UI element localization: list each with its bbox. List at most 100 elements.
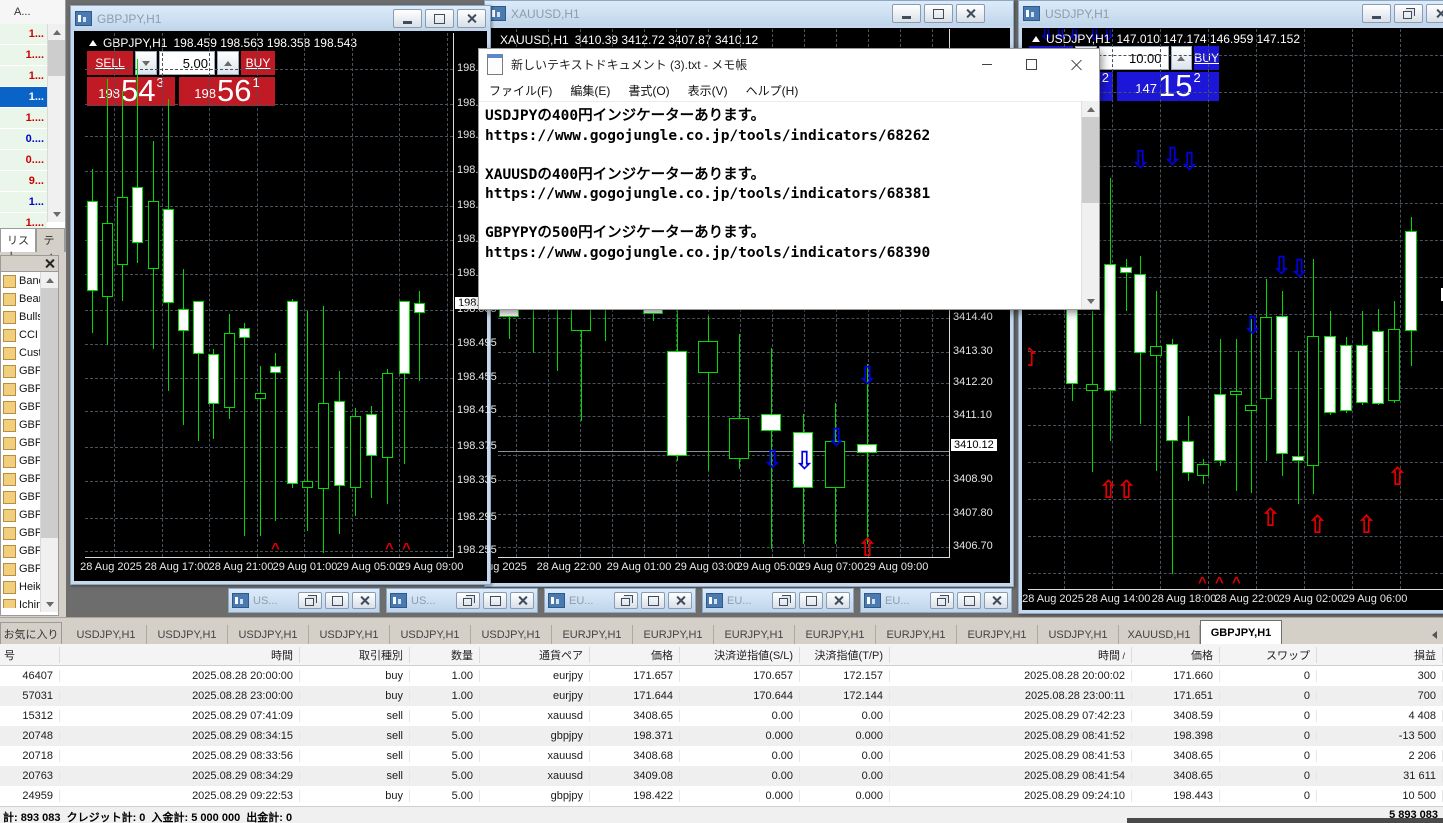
market-watch-row[interactable]: 1... xyxy=(0,66,47,87)
window-titlebar[interactable]: USDJPY,H1 xyxy=(1019,1,1443,26)
minimized-window[interactable]: EU... xyxy=(860,588,1012,613)
history-column-header[interactable]: 号 xyxy=(0,646,60,663)
navigator-item[interactable]: GBPJ xyxy=(1,416,45,434)
scroll-up-icon[interactable] xyxy=(1082,101,1099,117)
notepad-menu-item[interactable]: 表示(V) xyxy=(688,82,728,99)
chart-tab[interactable]: USDJPY,H1 xyxy=(471,625,552,645)
close-button[interactable] xyxy=(1054,50,1099,78)
navigator-item[interactable]: GBPJ xyxy=(1,434,45,452)
history-column-header[interactable]: 決済逆指値(S/L) xyxy=(680,646,800,663)
tab-favorites[interactable]: お気に入り xyxy=(0,622,62,645)
market-watch-row[interactable]: 1.... xyxy=(0,108,47,129)
close-button[interactable] xyxy=(352,592,376,609)
history-row[interactable]: 24959 2025.08.29 09:22:53 buy 5.00 gbpjpy 198… xyxy=(0,786,1443,806)
history-column-header[interactable]: 通貨ペア xyxy=(480,646,590,663)
chart-tab[interactable]: EURJPY,H1 xyxy=(714,625,795,645)
minimized-window[interactable]: EU... xyxy=(702,588,854,613)
navigator-item[interactable]: GBPJ xyxy=(1,452,45,470)
history-column-header[interactable]: 取引種別 xyxy=(300,646,410,663)
navigator-item[interactable]: CCI xyxy=(1,326,45,344)
market-watch-col-header[interactable]: A... xyxy=(14,6,31,18)
history-column-header[interactable]: 損益 xyxy=(1317,646,1443,663)
minimize-button[interactable] xyxy=(964,50,1009,78)
window-titlebar[interactable]: GBPJPY,H1 xyxy=(71,6,490,31)
restore-button[interactable] xyxy=(456,592,480,609)
notepad-text[interactable]: USDJPYの400円インジケーターあります。 https://www.gogo… xyxy=(479,101,1082,309)
maximize-button[interactable] xyxy=(325,592,349,609)
maximize-button[interactable] xyxy=(957,592,981,609)
minimized-window[interactable]: EU... xyxy=(544,588,696,613)
history-column-header[interactable]: 価格 xyxy=(590,646,680,663)
navigator-item[interactable]: Bears xyxy=(1,290,45,308)
history-row[interactable]: 46407 2025.08.28 20:00:00 buy 1.00 eurjpy 171… xyxy=(0,666,1443,686)
buy-button[interactable]: BUY xyxy=(241,51,275,75)
history-column-header[interactable]: 時間 / xyxy=(890,646,1132,663)
chart-tab[interactable]: EURJPY,H1 xyxy=(795,625,876,645)
history-column-header[interactable]: 価格 xyxy=(1132,646,1220,663)
close-icon[interactable] xyxy=(45,258,55,268)
navigator-item[interactable]: GBPJ xyxy=(1,506,45,524)
navigator-item[interactable]: GBPJ xyxy=(1,560,45,578)
market-watch-scrollbar[interactable] xyxy=(47,24,65,222)
maximize-button[interactable] xyxy=(483,592,507,609)
maximize-button[interactable] xyxy=(641,592,665,609)
restore-button[interactable] xyxy=(924,4,953,23)
notepad-menu-item[interactable]: ヘルプ(H) xyxy=(746,82,799,99)
history-column-header[interactable]: スワップ xyxy=(1220,646,1317,663)
lot-size-field[interactable]: 10.00 xyxy=(1099,46,1169,70)
maximize-button[interactable] xyxy=(1009,50,1054,78)
lot-dropdown-button[interactable] xyxy=(135,51,157,75)
lot-up-button[interactable] xyxy=(1170,46,1193,70)
buy-price-button[interactable]: 147 15 2 xyxy=(1117,69,1219,101)
navigator-item[interactable]: GBPJ xyxy=(1,524,45,542)
navigator-item[interactable]: Band xyxy=(1,272,45,290)
chart-tab[interactable]: EURJPY,H1 xyxy=(633,625,714,645)
navigator-scrollbar[interactable] xyxy=(40,272,58,612)
chart-plot-gbpjpy[interactable]: GBPJPY,H1 198.459 198.563 198.358 198.54… xyxy=(85,33,454,558)
restore-button[interactable] xyxy=(1394,4,1423,23)
lot-size-field[interactable]: 5.00 xyxy=(159,51,215,75)
market-watch-row[interactable]: 1... xyxy=(0,24,47,45)
market-watch-row[interactable]: 0.... xyxy=(0,129,47,150)
close-button[interactable] xyxy=(826,592,850,609)
scrollbar-thumb[interactable] xyxy=(41,288,58,538)
notepad-scrollbar[interactable] xyxy=(1081,101,1099,309)
chart-tab[interactable]: EURJPY,H1 xyxy=(876,625,957,645)
restore-button[interactable] xyxy=(425,9,454,28)
navigator-item[interactable]: GBPJ xyxy=(1,542,45,560)
tab-list[interactable]: リスト xyxy=(0,228,37,263)
history-row[interactable]: 20748 2025.08.29 08:34:15 sell 5.00 gbpjpy 19… xyxy=(0,726,1443,746)
scrollbar-thumb[interactable] xyxy=(48,40,65,76)
market-watch-row[interactable]: 1... xyxy=(0,87,47,108)
scroll-up-icon[interactable] xyxy=(48,24,65,40)
navigator-item[interactable]: Custo xyxy=(1,344,45,362)
minimize-button[interactable] xyxy=(892,4,921,23)
lot-up-button[interactable] xyxy=(217,51,239,75)
close-button[interactable] xyxy=(956,4,985,23)
minimize-button[interactable] xyxy=(1362,4,1391,23)
minimized-window[interactable]: US... xyxy=(386,588,538,613)
close-button[interactable] xyxy=(457,9,486,28)
close-button[interactable] xyxy=(510,592,534,609)
notepad-menu-item[interactable]: 書式(O) xyxy=(628,82,669,99)
close-button[interactable] xyxy=(984,592,1008,609)
tab-tick[interactable]: ティ xyxy=(36,228,65,263)
chart-tab[interactable]: USDJPY,H1 xyxy=(1038,625,1119,645)
history-column-header[interactable]: 時間 xyxy=(60,646,300,663)
navigator-item[interactable]: Ichim xyxy=(1,596,45,608)
market-watch-row[interactable]: 1.... xyxy=(0,45,47,66)
maximize-button[interactable] xyxy=(799,592,823,609)
collapse-icon[interactable] xyxy=(89,40,97,46)
restore-button[interactable] xyxy=(298,592,322,609)
tab-scroll-left-icon[interactable] xyxy=(1432,631,1437,639)
scroll-down-icon[interactable] xyxy=(1082,293,1099,309)
history-column-header[interactable]: 決済指値(T/P) xyxy=(800,646,890,663)
chart-tab[interactable]: USDJPY,H1 xyxy=(309,625,390,645)
market-watch-row[interactable]: 9... xyxy=(0,171,47,192)
collapse-icon[interactable] xyxy=(1032,36,1040,42)
horizontal-scrollbar[interactable] xyxy=(1127,818,1443,823)
minimize-button[interactable] xyxy=(393,9,422,28)
restore-button[interactable] xyxy=(772,592,796,609)
navigator-item[interactable]: Bulls xyxy=(1,308,45,326)
history-column-header[interactable]: 数量 xyxy=(410,646,480,663)
